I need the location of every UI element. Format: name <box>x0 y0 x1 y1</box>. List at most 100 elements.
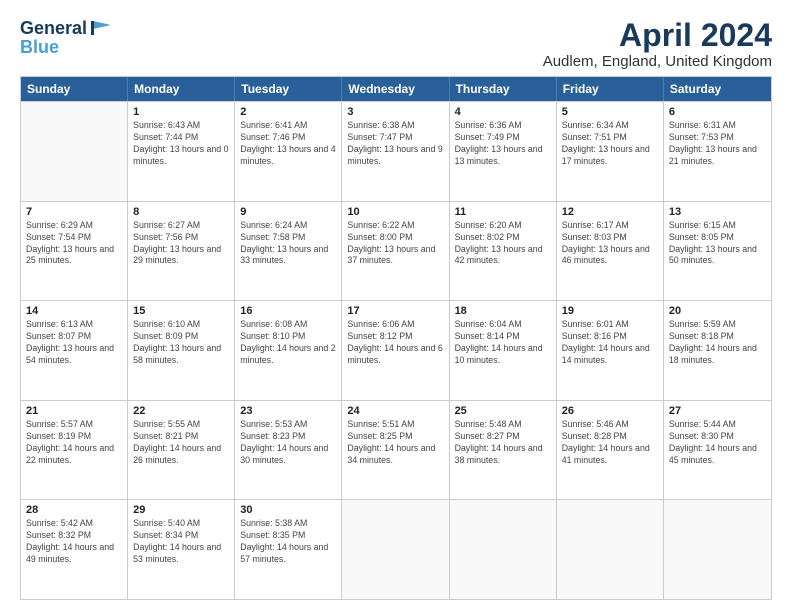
sunset-text: Sunset: 8:10 PM <box>240 331 336 343</box>
sunset-text: Sunset: 8:12 PM <box>347 331 443 343</box>
calendar-cell-w1-d7: 6Sunrise: 6:31 AMSunset: 7:53 PMDaylight… <box>664 102 771 201</box>
sunset-text: Sunset: 8:25 PM <box>347 431 443 443</box>
sunrise-text: Sunrise: 6:24 AM <box>240 220 336 232</box>
day-number: 29 <box>133 504 229 516</box>
calendar-header: Sunday Monday Tuesday Wednesday Thursday… <box>21 77 771 101</box>
day-number: 26 <box>562 405 658 417</box>
sunrise-text: Sunrise: 6:20 AM <box>455 220 551 232</box>
day-number: 24 <box>347 405 443 417</box>
calendar-week-2: 7Sunrise: 6:29 AMSunset: 7:54 PMDaylight… <box>21 201 771 301</box>
day-number: 8 <box>133 206 229 218</box>
daylight-text: Daylight: 13 hours and 58 minutes. <box>133 343 229 367</box>
sunset-text: Sunset: 8:00 PM <box>347 232 443 244</box>
daylight-text: Daylight: 13 hours and 0 minutes. <box>133 144 229 168</box>
calendar-cell-w2-d4: 10Sunrise: 6:22 AMSunset: 8:00 PMDayligh… <box>342 202 449 301</box>
sunrise-text: Sunrise: 6:01 AM <box>562 319 658 331</box>
day-number: 11 <box>455 206 551 218</box>
day-number: 3 <box>347 106 443 118</box>
day-number: 9 <box>240 206 336 218</box>
sunrise-text: Sunrise: 5:57 AM <box>26 419 122 431</box>
location: Audlem, England, United Kingdom <box>543 53 772 70</box>
sunrise-text: Sunrise: 5:46 AM <box>562 419 658 431</box>
sunset-text: Sunset: 7:56 PM <box>133 232 229 244</box>
calendar-cell-w2-d7: 13Sunrise: 6:15 AMSunset: 8:05 PMDayligh… <box>664 202 771 301</box>
sunset-text: Sunset: 7:49 PM <box>455 132 551 144</box>
calendar-cell-w5-d3: 30Sunrise: 5:38 AMSunset: 8:35 PMDayligh… <box>235 500 342 599</box>
calendar-cell-w3-d5: 18Sunrise: 6:04 AMSunset: 8:14 PMDayligh… <box>450 301 557 400</box>
sunrise-text: Sunrise: 5:59 AM <box>669 319 766 331</box>
daylight-text: Daylight: 14 hours and 57 minutes. <box>240 542 336 566</box>
sunset-text: Sunset: 8:30 PM <box>669 431 766 443</box>
sunrise-text: Sunrise: 5:42 AM <box>26 518 122 530</box>
day-number: 4 <box>455 106 551 118</box>
sunset-text: Sunset: 8:23 PM <box>240 431 336 443</box>
logo-flag-icon <box>91 19 113 37</box>
daylight-text: Daylight: 14 hours and 18 minutes. <box>669 343 766 367</box>
sunset-text: Sunset: 7:53 PM <box>669 132 766 144</box>
header-thursday: Thursday <box>450 77 557 101</box>
calendar-cell-w5-d1: 28Sunrise: 5:42 AMSunset: 8:32 PMDayligh… <box>21 500 128 599</box>
day-number: 27 <box>669 405 766 417</box>
calendar-cell-w5-d5 <box>450 500 557 599</box>
logo-text-general: General <box>20 18 87 39</box>
day-number: 12 <box>562 206 658 218</box>
sunrise-text: Sunrise: 6:15 AM <box>669 220 766 232</box>
sunrise-text: Sunrise: 6:06 AM <box>347 319 443 331</box>
sunset-text: Sunset: 8:03 PM <box>562 232 658 244</box>
calendar-body: 1Sunrise: 6:43 AMSunset: 7:44 PMDaylight… <box>21 101 771 599</box>
calendar-cell-w5-d6 <box>557 500 664 599</box>
sunrise-text: Sunrise: 6:10 AM <box>133 319 229 331</box>
calendar-cell-w5-d2: 29Sunrise: 5:40 AMSunset: 8:34 PMDayligh… <box>128 500 235 599</box>
sunrise-text: Sunrise: 6:43 AM <box>133 120 229 132</box>
day-number: 20 <box>669 305 766 317</box>
sunset-text: Sunset: 7:44 PM <box>133 132 229 144</box>
calendar-cell-w1-d3: 2Sunrise: 6:41 AMSunset: 7:46 PMDaylight… <box>235 102 342 201</box>
calendar-cell-w3-d1: 14Sunrise: 6:13 AMSunset: 8:07 PMDayligh… <box>21 301 128 400</box>
header-sunday: Sunday <box>21 77 128 101</box>
page: General Blue April 2024 Audlem, England,… <box>0 0 792 612</box>
day-number: 6 <box>669 106 766 118</box>
daylight-text: Daylight: 14 hours and 34 minutes. <box>347 443 443 467</box>
day-number: 17 <box>347 305 443 317</box>
sunset-text: Sunset: 8:35 PM <box>240 530 336 542</box>
daylight-text: Daylight: 13 hours and 13 minutes. <box>455 144 551 168</box>
sunset-text: Sunset: 8:32 PM <box>26 530 122 542</box>
sunset-text: Sunset: 8:19 PM <box>26 431 122 443</box>
day-number: 28 <box>26 504 122 516</box>
daylight-text: Daylight: 13 hours and 42 minutes. <box>455 244 551 268</box>
sunset-text: Sunset: 8:34 PM <box>133 530 229 542</box>
day-number: 25 <box>455 405 551 417</box>
calendar-week-4: 21 Sunrise: 5:57 AMSunset: 8:19 PM Dayligh… <box>21 400 771 500</box>
calendar-cell-w2-d2: 8Sunrise: 6:27 AMSunset: 7:56 PMDaylight… <box>128 202 235 301</box>
header-saturday: Saturday <box>664 77 771 101</box>
day-number: 21 <box>26 405 122 417</box>
sunset-text: Sunset: 7:47 PM <box>347 132 443 144</box>
sunset-text: Sunset: 8:28 PM <box>562 431 658 443</box>
calendar-cell-w3-d6: 19Sunrise: 6:01 AMSunset: 8:16 PMDayligh… <box>557 301 664 400</box>
sunrise-text: Sunrise: 5:40 AM <box>133 518 229 530</box>
sunrise-text: Sunrise: 5:55 AM <box>133 419 229 431</box>
day-number: 22 <box>133 405 229 417</box>
calendar-cell-w4-d4: 24Sunrise: 5:51 AMSunset: 8:25 PMDayligh… <box>342 401 449 500</box>
month-title: April 2024 <box>543 18 772 53</box>
sunrise-text: Sunrise: 6:27 AM <box>133 220 229 232</box>
calendar-cell-w4-d7: 27Sunrise: 5:44 AMSunset: 8:30 PMDayligh… <box>664 401 771 500</box>
sunrise-text: Sunrise: 6:36 AM <box>455 120 551 132</box>
day-number: 19 <box>562 305 658 317</box>
sunset-text: Sunset: 7:46 PM <box>240 132 336 144</box>
logo: General Blue <box>20 18 113 58</box>
day-number: 18 <box>455 305 551 317</box>
day-number: 14 <box>26 305 122 317</box>
calendar-cell-w3-d2: 15Sunrise: 6:10 AMSunset: 8:09 PMDayligh… <box>128 301 235 400</box>
day-number: 30 <box>240 504 336 516</box>
day-number: 5 <box>562 106 658 118</box>
sunset-text: Sunset: 8:02 PM <box>455 232 551 244</box>
header-wednesday: Wednesday <box>342 77 449 101</box>
calendar-cell-w1-d5: 4 Sunrise: 6:36 AMSunset: 7:49 PMDaylight… <box>450 102 557 201</box>
day-number: 1 <box>133 106 229 118</box>
calendar-cell-w3-d7: 20Sunrise: 5:59 AMSunset: 8:18 PMDayligh… <box>664 301 771 400</box>
daylight-text: Daylight: 13 hours and 37 minutes. <box>347 244 443 268</box>
sunrise-text: Sunrise: 6:31 AM <box>669 120 766 132</box>
sunset-text: Sunset: 8:09 PM <box>133 331 229 343</box>
calendar-cell-w4-d1: 21Sunrise: 5:57 AMSunset: 8:19 PMDayligh… <box>21 401 128 500</box>
